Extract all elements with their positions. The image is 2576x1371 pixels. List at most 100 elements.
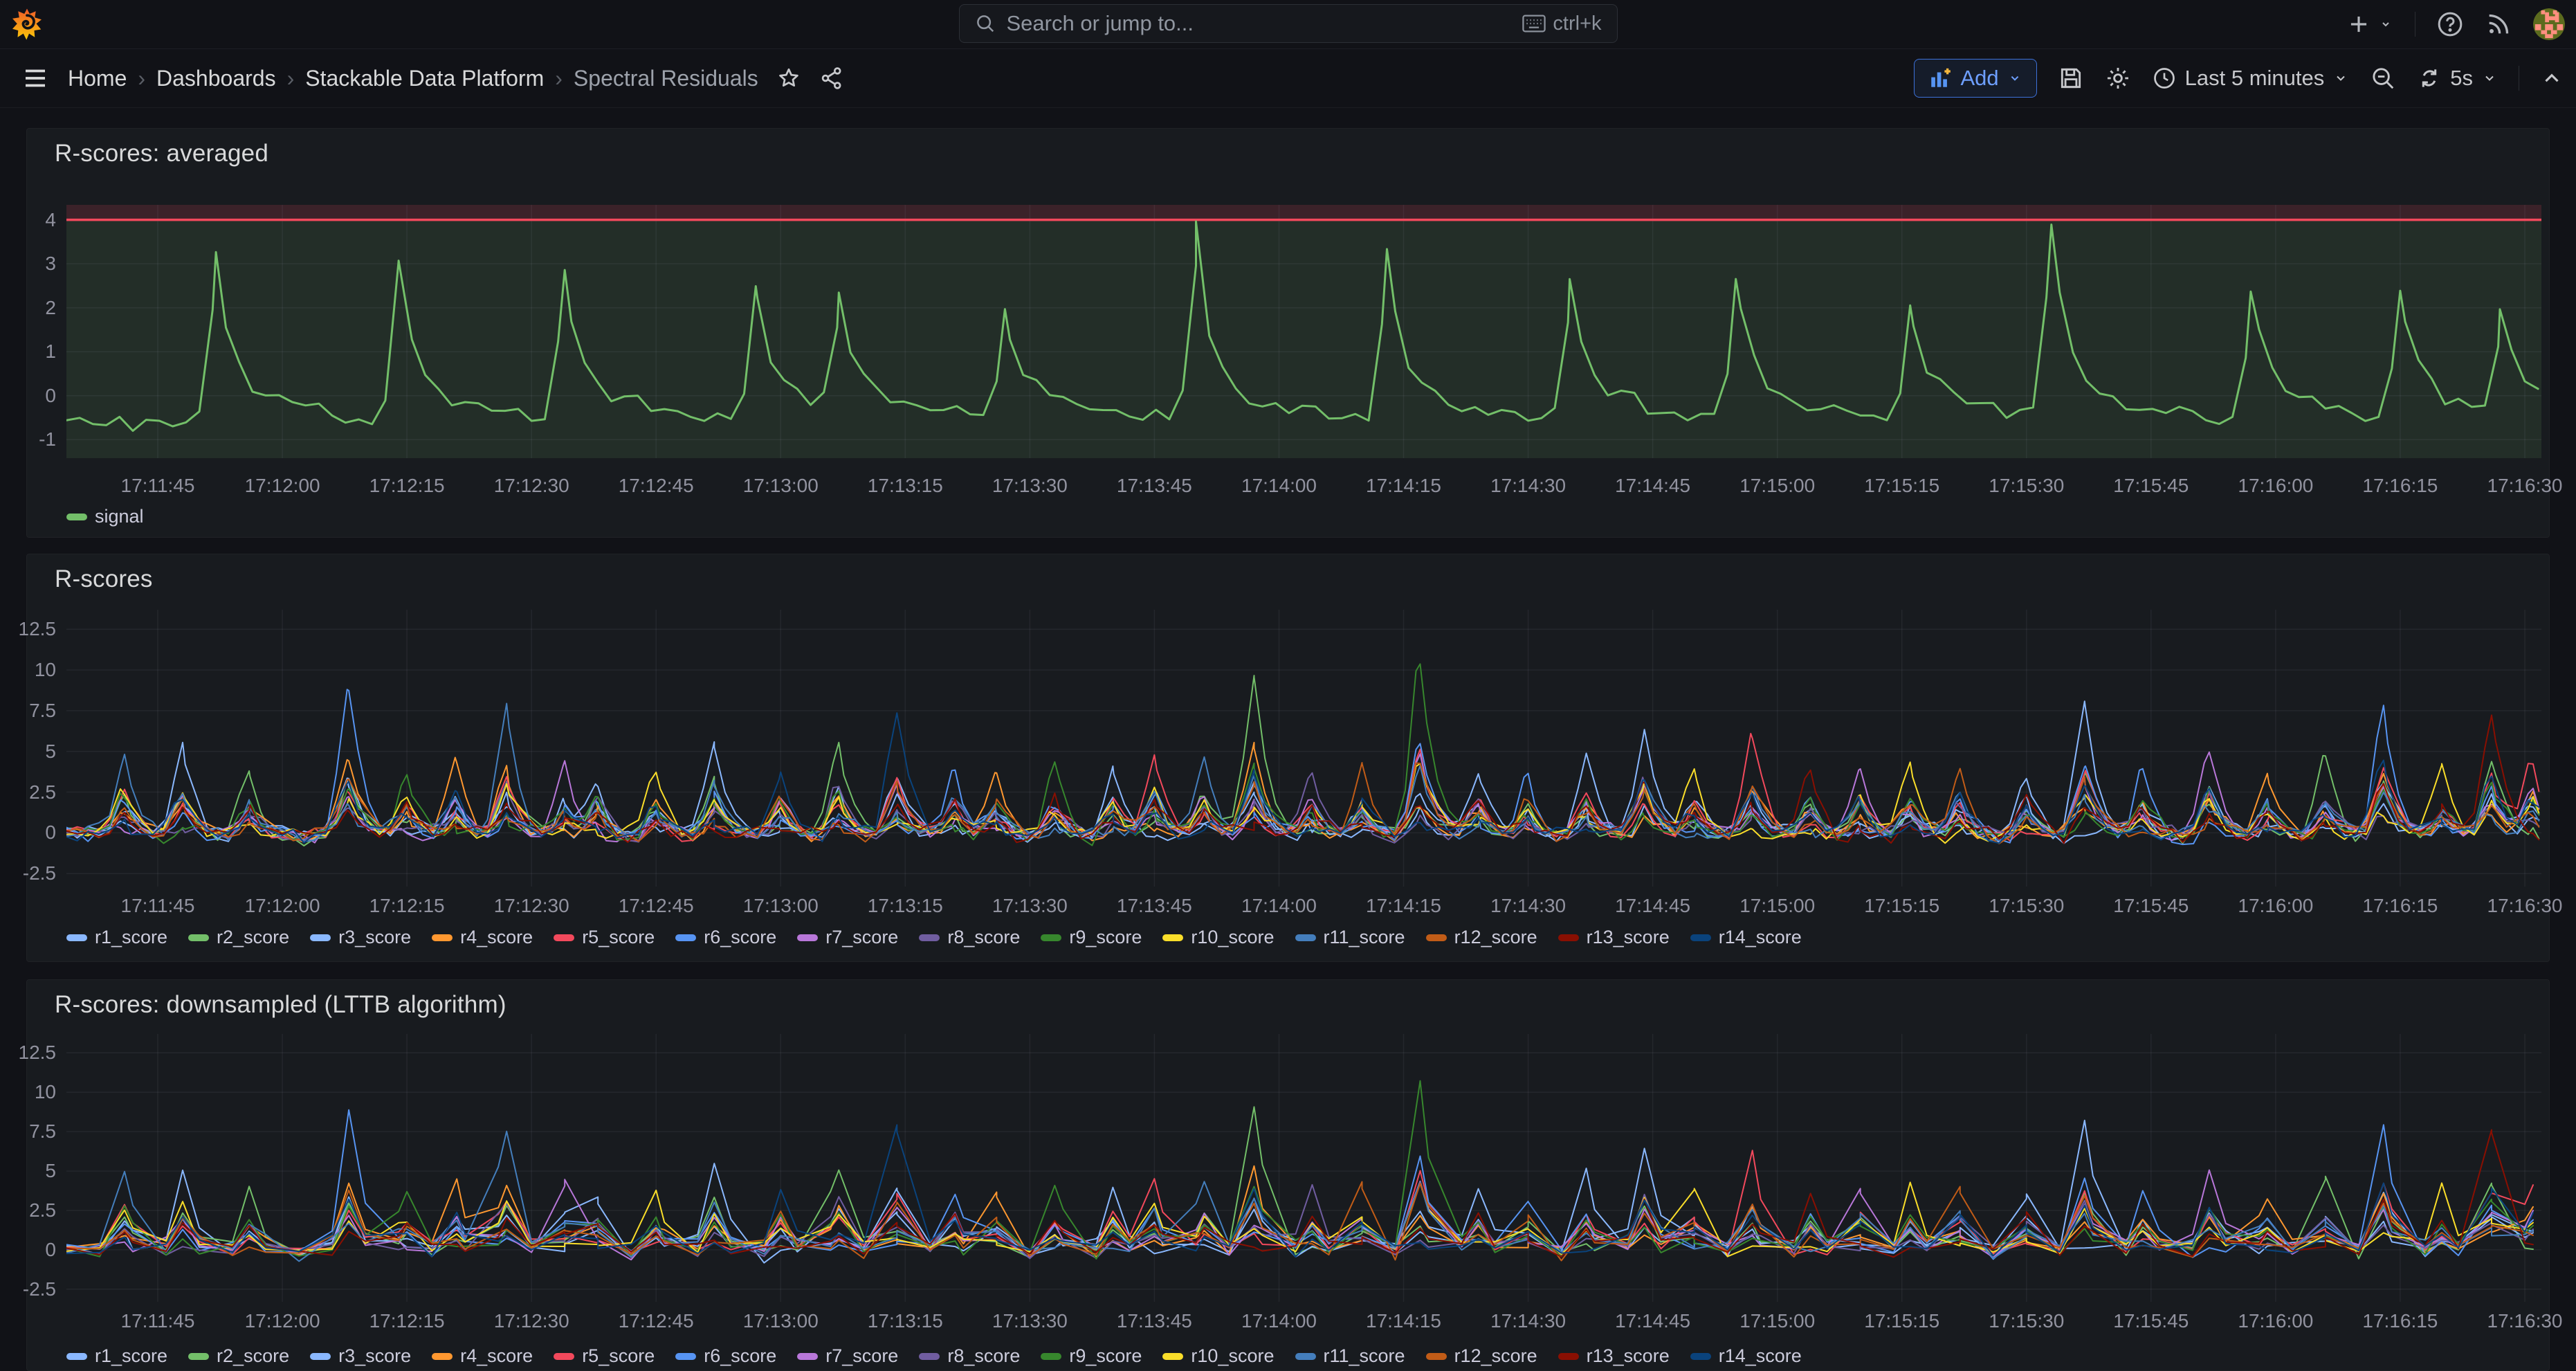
legend-item-r7_score[interactable]: r7_score <box>797 927 898 948</box>
zoom-out-button[interactable] <box>2370 65 2396 91</box>
panel-title[interactable]: R-scores <box>55 565 153 593</box>
x-axis-tick-label: 17:12:00 <box>245 895 320 917</box>
legend-item-r3_score[interactable]: r3_score <box>310 1345 411 1367</box>
x-axis-tick-label: 17:12:45 <box>619 1310 694 1332</box>
legend-item-r3_score[interactable]: r3_score <box>310 927 411 948</box>
breadcrumb-home[interactable]: Home <box>68 66 127 91</box>
series-color-pill <box>554 934 574 941</box>
series-color-pill <box>66 934 87 941</box>
legend-item-r7_score[interactable]: r7_score <box>797 1345 898 1367</box>
x-axis-tick-label: 17:14:15 <box>1366 1310 1441 1332</box>
legend-item-r6_score[interactable]: r6_score <box>675 927 776 948</box>
legend-item-r11_score[interactable]: r11_score <box>1295 927 1405 948</box>
series-color-pill <box>1295 934 1316 941</box>
legend-item-r11_score[interactable]: r11_score <box>1295 1345 1405 1367</box>
rss-icon <box>2485 10 2512 38</box>
panel-title[interactable]: R-scores: averaged <box>55 140 268 167</box>
series-name-label: r6_score <box>704 1345 776 1367</box>
x-axis-tick-label: 17:12:15 <box>369 895 445 917</box>
legend-item-r9_score[interactable]: r9_score <box>1041 927 1142 948</box>
favorite-button[interactable] <box>776 66 801 91</box>
legend-item-r4_score[interactable]: r4_score <box>432 927 533 948</box>
x-axis-tick-label: 17:15:30 <box>1989 475 2064 497</box>
x-axis-tick-label: 17:12:30 <box>494 1310 569 1332</box>
y-axis-tick-label: 0 <box>45 1239 56 1261</box>
series-name-label: r12_score <box>1454 927 1537 948</box>
time-series-chart[interactable] <box>66 1034 2541 1302</box>
y-axis-tick-label: 12.5 <box>19 618 57 640</box>
legend-item-signal[interactable]: signal <box>66 506 144 527</box>
series-color-pill <box>1690 1353 1711 1360</box>
legend-item-r12_score[interactable]: r12_score <box>1426 1345 1537 1367</box>
legend-item-r8_score[interactable]: r8_score <box>919 927 1020 948</box>
legend-item-r2_score[interactable]: r2_score <box>188 1345 289 1367</box>
legend-item-r10_score[interactable]: r10_score <box>1162 1345 1274 1367</box>
series-color-pill <box>1426 934 1447 941</box>
series-color-pill <box>797 934 818 941</box>
user-avatar[interactable] <box>2533 8 2565 40</box>
x-axis-tick-label: 17:14:00 <box>1241 1310 1317 1332</box>
search-box[interactable]: Search or jump to... ctrl+k <box>959 4 1618 43</box>
shortcut-label: ctrl+k <box>1553 12 1601 35</box>
legend-item-r12_score[interactable]: r12_score <box>1426 927 1537 948</box>
series-name-label: signal <box>95 506 144 527</box>
refresh-picker[interactable]: 5s <box>2417 66 2498 91</box>
chart-legend: r1_score r2_score r3_score r4_score r5_score… <box>66 1345 2535 1367</box>
legend-item-r14_score[interactable]: r14_score <box>1690 927 1802 948</box>
help-button[interactable] <box>2436 10 2464 38</box>
chevron-up-icon <box>2540 66 2564 90</box>
x-axis-tick-label: 17:13:15 <box>868 1310 943 1332</box>
time-series-chart[interactable] <box>66 205 2541 458</box>
toolbar-right-actions: Add Last 5 minutes <box>1914 49 2564 107</box>
legend-item-r2_score[interactable]: r2_score <box>188 927 289 948</box>
dashboard-settings-button[interactable] <box>2105 65 2131 91</box>
legend-item-r6_score[interactable]: r6_score <box>675 1345 776 1367</box>
x-axis-tick-label: 17:14:00 <box>1241 895 1317 917</box>
y-axis-tick-label: 1 <box>45 341 56 363</box>
x-axis-tick-label: 17:14:45 <box>1615 1310 1690 1332</box>
breadcrumb-dashboards[interactable]: Dashboards <box>156 66 276 91</box>
gear-icon <box>2105 65 2131 91</box>
add-label: Add <box>1960 66 1998 91</box>
add-panel-button[interactable]: Add <box>1914 59 2036 98</box>
legend-item-r8_score[interactable]: r8_score <box>919 1345 1020 1367</box>
series-name-label: r2_score <box>217 927 289 948</box>
series-name-label: r9_score <box>1069 927 1142 948</box>
legend-item-r10_score[interactable]: r10_score <box>1162 927 1274 948</box>
header-right-actions <box>2346 0 2565 48</box>
x-axis-tick-label: 17:12:15 <box>369 475 445 497</box>
series-color-pill <box>919 1353 940 1360</box>
legend-item-r5_score[interactable]: r5_score <box>554 927 655 948</box>
top-header-bar: Search or jump to... ctrl+k <box>0 0 2576 49</box>
series-color-pill <box>188 934 209 941</box>
x-axis-tick-label: 17:14:45 <box>1615 475 1690 497</box>
time-series-chart[interactable] <box>66 610 2541 887</box>
x-axis-tick-label: 17:11:45 <box>121 895 195 917</box>
series-name-label: r10_score <box>1191 927 1274 948</box>
time-range-picker[interactable]: Last 5 minutes <box>2152 66 2350 91</box>
legend-item-r13_score[interactable]: r13_score <box>1558 927 1670 948</box>
new-menu-button[interactable] <box>2346 11 2394 37</box>
x-axis-tick-label: 17:13:30 <box>992 475 1068 497</box>
share-button[interactable] <box>819 66 844 91</box>
series-name-label: r7_score <box>825 927 898 948</box>
legend-item-r14_score[interactable]: r14_score <box>1690 1345 1802 1367</box>
save-dashboard-button[interactable] <box>2058 65 2084 91</box>
legend-item-r4_score[interactable]: r4_score <box>432 1345 533 1367</box>
breadcrumb-folder[interactable]: Stackable Data Platform <box>305 66 544 91</box>
panel-title[interactable]: R-scores: downsampled (LTTB algorithm) <box>55 991 506 1019</box>
y-axis: 12.5107.552.50-2.5 <box>27 1034 60 1302</box>
legend-item-r1_score[interactable]: r1_score <box>66 1345 167 1367</box>
kiosk-mode-button[interactable] <box>2540 66 2564 90</box>
legend-item-r1_score[interactable]: r1_score <box>66 927 167 948</box>
mega-menu-button[interactable] <box>21 64 50 93</box>
series-name-label: r5_score <box>582 927 655 948</box>
x-axis-tick-label: 17:15:45 <box>2113 1310 2189 1332</box>
legend-item-r9_score[interactable]: r9_score <box>1041 1345 1142 1367</box>
grafana-logo[interactable] <box>10 7 44 42</box>
legend-item-r5_score[interactable]: r5_score <box>554 1345 655 1367</box>
x-axis-tick-label: 17:13:45 <box>1117 1310 1192 1332</box>
legend-item-r13_score[interactable]: r13_score <box>1558 1345 1670 1367</box>
series-color-pill <box>1162 934 1183 941</box>
news-button[interactable] <box>2485 10 2512 38</box>
